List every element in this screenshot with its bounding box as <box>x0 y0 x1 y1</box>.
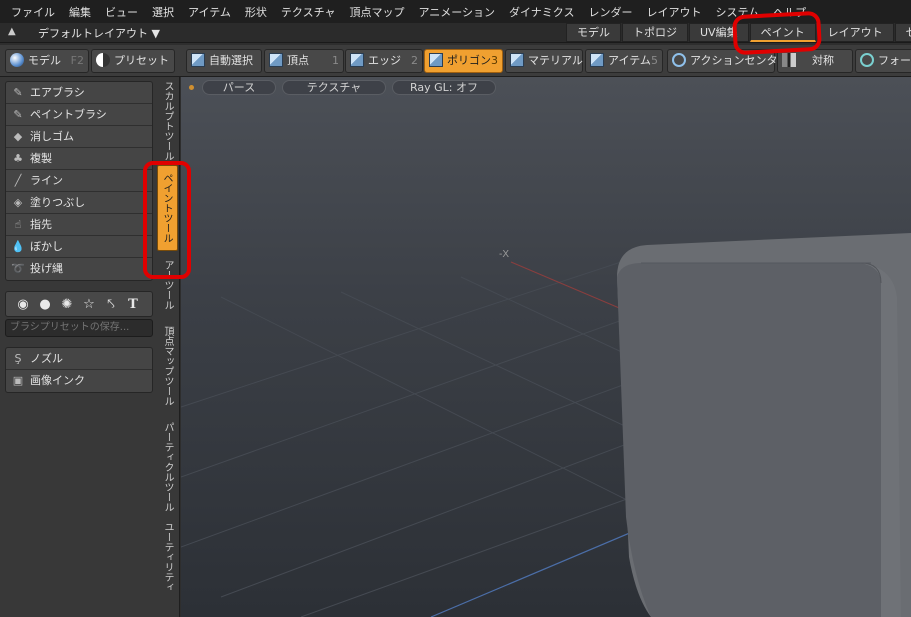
falloff-icon <box>860 53 874 67</box>
menu-select[interactable]: 選択 <box>145 4 181 20</box>
fill-icon: ◈ <box>13 196 23 209</box>
sphere-icon <box>10 53 24 67</box>
text-brush-icon[interactable]: T <box>122 297 144 312</box>
tab-sculpt-tools[interactable]: スカルプトツール <box>157 81 178 161</box>
item-mode-button[interactable]: アイテム 5 <box>585 49 663 73</box>
vector-brush-icon[interactable]: ⤣ <box>100 297 122 312</box>
tab-setup[interactable]: セッ <box>894 23 911 42</box>
edge-shortcut-label: 2 <box>411 54 418 67</box>
edge-icon <box>350 53 364 67</box>
menu-geometry[interactable]: 形状 <box>238 4 274 20</box>
cube-mesh[interactable] <box>617 233 911 617</box>
tool-label: 投げ縄 <box>30 262 63 275</box>
axis-x-label: -X <box>499 249 509 260</box>
tool-smudge[interactable]: ☝ 指先 <box>6 214 152 236</box>
menu-texture[interactable]: テクスチャ <box>274 4 343 20</box>
preset-button[interactable]: プリセット <box>91 49 175 73</box>
star-brush-icon[interactable]: ☆ <box>78 297 100 312</box>
nozzle-tool-list: Ş ノズル ▣ 画像インク <box>5 347 153 393</box>
tool-label: 塗りつぶし <box>30 196 86 209</box>
model-shortcut-label: F2 <box>70 54 84 67</box>
tool-eraser[interactable]: ◆ 消しゴム <box>6 126 152 148</box>
vertex-mode-button[interactable]: 頂点 1 <box>264 49 344 73</box>
paint-tool-list: ✎ エアブラシ ✎ ペイントブラシ ◆ 消しゴム ♣ 複製 ╱ ライン ◈ 塗りつぶし ☝ 指… <box>5 81 153 281</box>
edge-mode-button[interactable]: エッジ 2 <box>345 49 423 73</box>
x-axis-line <box>510 261 632 314</box>
clone-icon: ♣ <box>13 152 23 165</box>
menu-dynamics[interactable]: ダイナミクス <box>502 4 581 20</box>
crosshair-icon <box>672 53 686 67</box>
tool-nozzle[interactable]: Ş ノズル <box>6 348 152 370</box>
collapse-arrow-icon[interactable]: ▲ <box>8 26 16 37</box>
paintbrush-icon: ✎ <box>13 108 23 121</box>
menu-edit[interactable]: 編集 <box>62 4 98 20</box>
brush-preset-save-field[interactable]: ブラシプリセットの保存... <box>5 319 153 337</box>
paint-tab-highlight <box>732 10 822 56</box>
line-icon: ╱ <box>14 174 22 187</box>
soft-brush-icon[interactable]: ◉ <box>12 297 34 312</box>
tool-label: ペイントブラシ <box>30 108 107 121</box>
tool-blur[interactable]: 💧 ぼかし <box>6 236 152 258</box>
airbrush-icon: ✎ <box>13 86 23 99</box>
tool-airbrush[interactable]: ✎ エアブラシ <box>6 82 152 104</box>
tab-layout[interactable]: レイアウト <box>816 23 894 42</box>
viewport-scene: -X <box>181 233 911 617</box>
material-icon <box>510 53 524 67</box>
tool-label: 指先 <box>30 218 52 231</box>
tool-panel: ✎ エアブラシ ✎ ペイントブラシ ◆ 消しゴム ♣ 複製 ╱ ライン ◈ 塗りつぶし ☝ 指… <box>0 77 180 617</box>
tool-label: 複製 <box>30 152 52 165</box>
tool-paintbrush[interactable]: ✎ ペイントブラシ <box>6 104 152 126</box>
polygon-icon <box>429 53 443 67</box>
tool-label: ノズル <box>30 352 63 365</box>
tool-image-ink[interactable]: ▣ 画像インク <box>6 370 152 392</box>
layout-dropdown[interactable]: デフォルトレイアウト ▼ <box>38 25 160 41</box>
blur-icon: 💧 <box>11 240 25 253</box>
tab-vertex-map-tools[interactable]: 頂点マップツール <box>157 321 178 411</box>
lasso-icon: ➰ <box>11 262 25 275</box>
vertex-shortcut-label: 1 <box>332 54 339 67</box>
paint-tools-tab-highlight <box>143 161 191 279</box>
tool-label: 画像インク <box>30 374 85 387</box>
tab-topology[interactable]: トポロジ <box>622 23 688 42</box>
tool-line[interactable]: ╱ ライン <box>6 170 152 192</box>
model-mode-button[interactable]: モデル F2 <box>5 49 89 73</box>
tab-particle-tools[interactable]: パーティクルツール <box>157 419 178 515</box>
preset-icon <box>96 53 110 67</box>
menu-view[interactable]: ビュー <box>98 4 145 20</box>
material-mode-button[interactable]: マテリアル <box>505 49 583 73</box>
tool-fill[interactable]: ◈ 塗りつぶし <box>6 192 152 214</box>
nozzle-icon: Ş <box>14 352 22 365</box>
procedural-brush-icon[interactable]: ✺ <box>56 297 78 312</box>
tab-model[interactable]: モデル <box>566 23 621 42</box>
tab-utility[interactable]: ユーティリティ <box>157 521 178 593</box>
symmetry-icon <box>782 53 796 67</box>
hard-brush-icon[interactable]: ● <box>34 297 56 312</box>
vertex-icon <box>269 53 283 67</box>
eraser-icon: ◆ <box>13 130 23 143</box>
falloff-button[interactable]: フォール <box>855 49 911 73</box>
tool-clone[interactable]: ♣ 複製 <box>6 148 152 170</box>
auto-select-icon <box>191 53 205 67</box>
symmetry-button[interactable]: 対称 <box>777 49 853 73</box>
3d-viewport[interactable]: パース テクスチャ Ray GL: オフ -X <box>181 77 911 617</box>
image-ink-icon: ▣ <box>12 374 24 387</box>
menu-item[interactable]: アイテム <box>181 4 238 20</box>
item-shortcut-label: 5 <box>651 54 658 67</box>
auto-select-button[interactable]: 自動選択 <box>186 49 262 73</box>
tool-label: エアブラシ <box>30 86 85 99</box>
menu-file[interactable]: ファイル <box>4 4 62 20</box>
tool-label: 消しゴム <box>30 130 74 143</box>
tool-label: ぼかし <box>30 240 63 253</box>
menu-layout[interactable]: レイアウト <box>639 4 708 20</box>
menu-animation[interactable]: アニメーション <box>411 4 502 20</box>
item-icon <box>590 53 604 67</box>
menu-render[interactable]: レンダー <box>581 4 639 20</box>
polygon-shortcut-label: 3 <box>491 54 498 67</box>
menu-vertex-map[interactable]: 頂点マップ <box>342 4 411 20</box>
brush-type-bar: ◉ ● ✺ ☆ ⤣ T <box>5 291 153 317</box>
tool-lasso[interactable]: ➰ 投げ縄 <box>6 258 152 280</box>
tool-label: ライン <box>30 174 63 187</box>
smudge-icon: ☝ <box>14 218 22 231</box>
polygon-mode-button[interactable]: ポリゴン 3 <box>424 49 503 73</box>
